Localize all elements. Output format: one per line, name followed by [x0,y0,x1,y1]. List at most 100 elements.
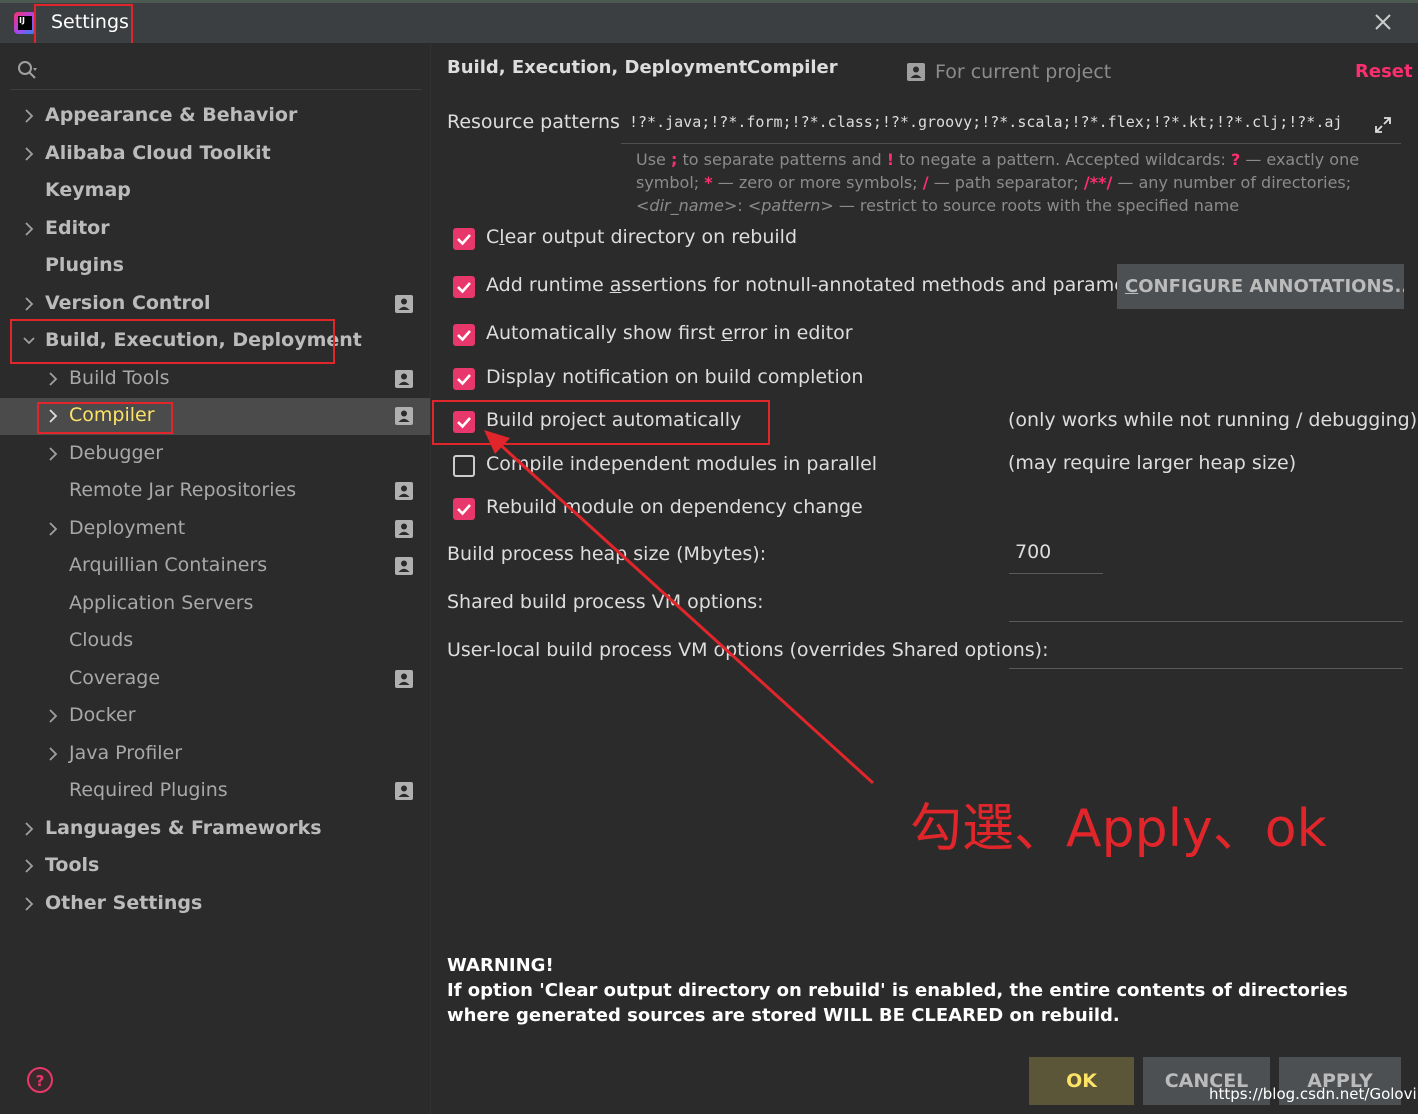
chevron-right-icon[interactable] [22,296,36,312]
sidebar-item-other-settings[interactable]: Other Settings [0,886,430,923]
sidebar-item-keymap[interactable]: Keymap [0,173,430,210]
clear-output-option[interactable]: Clear output directory on rebuild [453,225,1073,255]
show-first-error-label: Automatically show first error in editor [486,322,853,344]
chevron-right-icon[interactable] [22,146,36,162]
settings-content: Build, Execution, Deployment › Compiler … [431,43,1418,1114]
project-level-icon [395,482,413,500]
compile-parallel-checkbox[interactable] [453,455,475,477]
check-icon [457,330,471,342]
chevron-right-icon[interactable] [22,108,36,124]
search-underline [10,89,422,90]
show-first-error-checkbox[interactable] [453,324,475,346]
chevron-right-icon[interactable] [46,446,60,462]
runtime-assertions-label: Add runtime assertions for notnull-annot… [486,274,1163,296]
show-first-error-option[interactable]: Automatically show first error in editor [453,321,1073,351]
clear-output-checkbox[interactable] [453,228,475,250]
annotation-text: 勾選、Apply、ok [910,799,1327,859]
sidebar-item-alibaba-cloud-toolkit[interactable]: Alibaba Cloud Toolkit [0,136,430,173]
sidebar-item-languages-frameworks[interactable]: Languages & Frameworks [0,811,430,848]
sidebar-item-label: Docker [69,704,136,726]
resource-patterns-input[interactable]: !?*.java;!?*.form;!?*.class;!?*.groovy;!… [621,103,1401,144]
project-scope-icon [907,63,925,81]
breadcrumb-current: Compiler [747,57,838,78]
sidebar-item-label: Deployment [69,516,186,539]
build-automatically-note: (only works while not running / debuggin… [1008,409,1418,431]
project-level-icon [395,294,413,313]
sidebar-item-appearance-behavior[interactable]: Appearance & Behavior [0,98,430,135]
sidebar-item-deployment[interactable]: Deployment [0,511,430,548]
sidebar-item-label: Build Tools [69,366,170,389]
sidebar-item-java-profiler[interactable]: Java Profiler [0,736,430,773]
shared-vm-options-input[interactable] [1009,621,1403,622]
chevron-right-icon[interactable] [46,708,60,724]
chevron-right-icon[interactable] [46,521,60,537]
sidebar-item-label: Editor [45,216,110,239]
sidebar-item-arquillian-containers[interactable]: Arquillian Containers [0,548,430,585]
sidebar-item-label: Clouds [69,629,134,651]
warning-message: WARNING! If option 'Clear output directo… [447,953,1407,1028]
shared-vm-options-label: Shared build process VM options: [447,591,764,613]
sidebar-item-label: Coverage [69,666,161,689]
title-bar: IJ Settings [0,3,1418,43]
sidebar-item-label: Keymap [45,179,131,201]
expand-icon[interactable] [1373,115,1393,135]
sidebar-item-debugger[interactable]: Debugger [0,436,430,473]
user-vm-options-input[interactable] [1009,668,1403,669]
chevron-right-icon[interactable] [22,896,36,912]
help-icon[interactable]: ? [26,1066,54,1094]
scope-label: For current project [935,61,1112,83]
sidebar-item-label: Other Settings [45,891,203,914]
runtime-assertions-checkbox[interactable] [453,276,475,298]
search-icon[interactable] [16,59,40,81]
sidebar-item-label: Required Plugins [69,779,228,801]
project-level-icon [395,782,413,800]
chevron-right-icon[interactable] [22,821,36,837]
heap-size-input[interactable]: 700 [1009,535,1103,574]
sidebar-item-application-servers[interactable]: Application Servers [0,586,430,623]
rebuild-on-dependency-option[interactable]: Rebuild module on dependency change [453,495,1073,525]
chevron-right-icon[interactable] [46,371,60,387]
watermark-url: https://blog.csdn.net/Golovin [1209,1085,1418,1103]
parallel-note: (may require larger heap size) [1008,452,1297,474]
configure-annotations-button[interactable]: CONFIGURE ANNOTATIONS... [1117,264,1404,309]
annotation-box-build-execution [10,319,335,364]
sidebar-item-label: Plugins [45,254,124,276]
breadcrumb-parent[interactable]: Build, Execution, Deployment [447,57,747,78]
rebuild-on-dependency-checkbox[interactable] [453,498,475,520]
ok-button[interactable]: OK [1029,1057,1134,1105]
warning-body: If option 'Clear output directory on reb… [447,980,1348,1026]
sidebar-item-tools[interactable]: Tools [0,848,430,885]
project-level-icon [395,669,413,688]
intellij-app-icon: IJ [14,12,36,34]
sidebar-item-clouds[interactable]: Clouds [0,623,430,660]
sidebar-item-editor[interactable]: Editor [0,211,430,248]
compile-parallel-option[interactable]: Compile independent modules in parallel [453,452,1073,482]
sidebar-item-required-plugins[interactable]: Required Plugins [0,773,430,810]
check-icon [457,282,471,294]
display-notification-checkbox[interactable] [453,368,475,390]
project-level-icon [395,557,413,575]
annotation-box-compiler [37,402,173,434]
annotation-box-title [34,4,133,47]
display-notification-option[interactable]: Display notification on build completion [453,365,1073,395]
sidebar-item-version-control[interactable]: Version Control [0,286,430,323]
heap-size-value[interactable]: 700 [1015,541,1051,563]
resource-patterns-hint: Use ; to separate patterns and ! to nega… [636,150,1360,215]
sidebar-item-label: Remote Jar Repositories [69,479,297,501]
sidebar-item-label: Version Control [45,291,211,314]
check-icon [457,374,471,386]
sidebar-item-remote-jar-repositories[interactable]: Remote Jar Repositories [0,473,430,510]
chevron-right-icon[interactable] [22,858,36,874]
close-icon[interactable] [1370,9,1396,35]
sidebar-item-plugins[interactable]: Plugins [0,248,430,285]
sidebar-item-coverage[interactable]: Coverage [0,661,430,698]
chevron-right-icon[interactable] [46,746,60,762]
chevron-right-icon[interactable] [22,221,36,237]
runtime-assertions-option[interactable]: Add runtime assertions for notnull-annot… [453,273,1163,303]
sidebar-item-label: Java Profiler [69,741,183,764]
clear-output-label: Clear output directory on rebuild [486,226,798,248]
sidebar-item-docker[interactable]: Docker [0,698,430,735]
sidebar-item-build-tools[interactable]: Build Tools [0,361,430,398]
reset-link[interactable]: Reset [1355,61,1413,82]
resource-patterns-value[interactable]: !?*.java;!?*.form;!?*.class;!?*.groovy;!… [629,113,1342,131]
